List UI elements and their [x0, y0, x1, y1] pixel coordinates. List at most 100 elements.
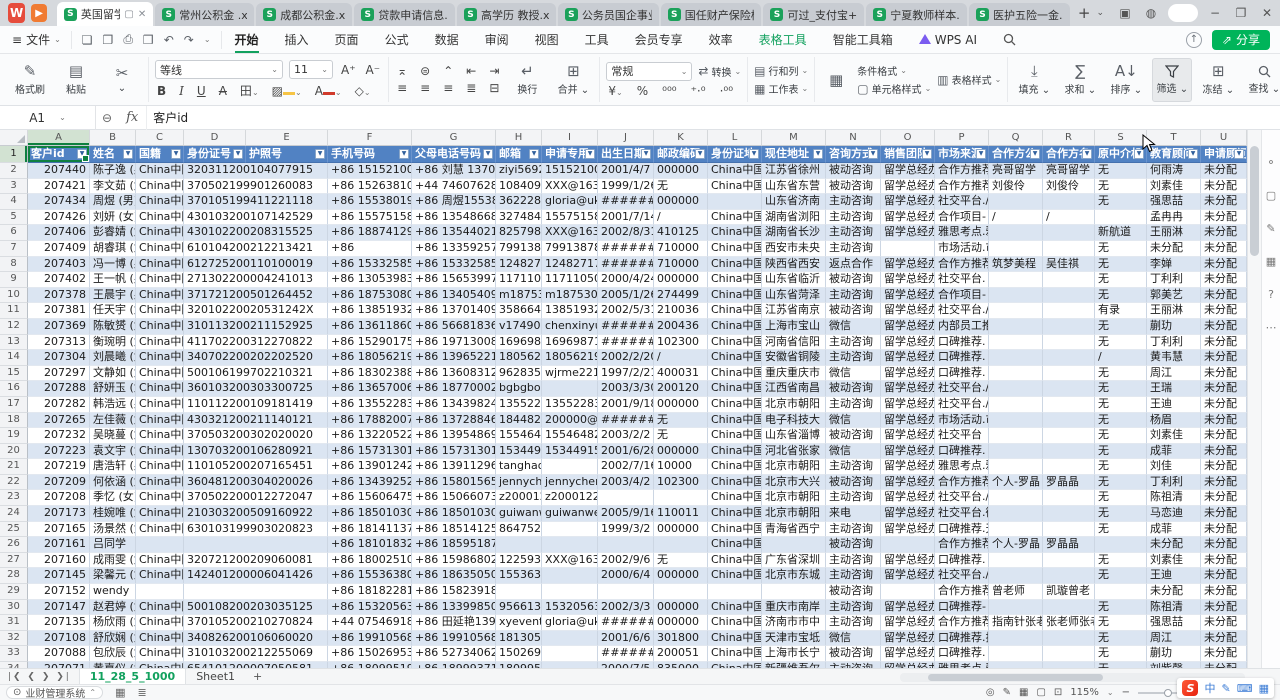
decrease-decimal-icon[interactable]: ·⁰⁰ — [718, 84, 735, 98]
view-normal-icon[interactable]: ▦ — [1019, 687, 1028, 698]
cell[interactable]: China中国 — [708, 335, 762, 351]
cell[interactable] — [542, 537, 598, 553]
table-row[interactable]: 30207147赵君婷 (女China中国500108200203035125+… — [0, 600, 1247, 616]
cell[interactable]: 000000 — [654, 272, 708, 288]
row-header[interactable]: 24 — [0, 506, 28, 522]
cell[interactable]: 无 — [1095, 381, 1147, 397]
table-row[interactable]: 14207304刘晨曦 (女China中国340702200202202520+… — [0, 350, 1247, 366]
cell[interactable]: 合作方推荐 — [935, 584, 989, 600]
cell[interactable]: +86 1863505000 — [412, 568, 496, 584]
file-tab[interactable]: S国任财产保险样本.x — [661, 3, 762, 26]
cell[interactable]: 雅思考点.雅 — [935, 459, 989, 475]
cell[interactable] — [654, 537, 708, 553]
cell[interactable]: 山东省临沂 — [762, 272, 826, 288]
cell[interactable] — [184, 537, 328, 553]
cell-style-button[interactable]: ▢单元格样式⌄ — [857, 81, 931, 96]
menu-item-会员专享[interactable]: 会员专享 — [622, 26, 696, 54]
cell[interactable]: China中国 — [708, 210, 762, 226]
cell[interactable] — [1043, 631, 1095, 647]
cell[interactable]: 被动咨询 — [826, 584, 881, 600]
cell[interactable]: +86 13552283 — [328, 397, 412, 413]
cell[interactable]: wjrme221@ — [542, 366, 598, 382]
cell[interactable] — [708, 194, 762, 210]
cell[interactable]: 2003/3/30 — [598, 381, 654, 397]
cell[interactable]: 153449155 — [542, 444, 598, 460]
cell[interactable]: 主动咨询 — [826, 335, 881, 351]
cell[interactable]: 207402 — [28, 272, 90, 288]
menu-item-页面[interactable]: 页面 — [322, 26, 372, 54]
cell[interactable] — [989, 272, 1043, 288]
cell[interactable]: +86 1533258500 — [412, 257, 496, 273]
cell[interactable]: 207282 — [28, 397, 90, 413]
cell[interactable]: 周煜 (男) — [90, 194, 136, 210]
cell[interactable]: 2002/2/20 — [598, 350, 654, 366]
cell[interactable]: 无 — [1095, 319, 1147, 335]
keyboard-icon[interactable]: ⌨ — [1237, 682, 1253, 695]
cell[interactable]: 未分配 — [1201, 615, 1247, 631]
cell[interactable]: 被动咨询 — [826, 303, 881, 319]
cell[interactable] — [989, 288, 1043, 304]
cell[interactable]: 留学总经办 — [881, 272, 935, 288]
cell[interactable]: China中国 — [136, 600, 184, 616]
cell[interactable]: China中国 — [136, 522, 184, 538]
cell[interactable]: 117110505 — [542, 272, 598, 288]
cell[interactable]: China中国 — [708, 397, 762, 413]
cell[interactable]: China中国 — [136, 225, 184, 241]
cell[interactable]: 留学总经办 — [881, 646, 935, 662]
cell[interactable]: ######### — [598, 646, 654, 662]
indent-decrease-icon[interactable]: ⇤ — [464, 64, 478, 78]
cell[interactable]: 丁利利 — [1147, 475, 1201, 491]
filter-dropdown-icon[interactable]: ▼ — [171, 149, 181, 159]
rows-cols-button[interactable]: ▤行和列⌄ — [754, 63, 808, 78]
cell[interactable]: 370105200210270824 — [184, 615, 328, 631]
cell[interactable]: 207409 — [28, 241, 90, 257]
find-button[interactable]: 查找 ⌄ — [1244, 65, 1280, 95]
table-row[interactable]: 31207135杨欣雨 (女China中国370105200210270824+… — [0, 615, 1247, 631]
table-row[interactable]: 27207160成雨雯 (女China中国320721200209060081+… — [0, 553, 1247, 569]
cell[interactable]: 刘素佳 — [1147, 553, 1201, 569]
cell[interactable]: ziyi5692@ — [496, 163, 542, 179]
cell[interactable]: 200436 — [654, 319, 708, 335]
row-header[interactable]: 21 — [0, 459, 28, 475]
cell[interactable]: 山东省济南 — [762, 194, 826, 210]
undo-icon[interactable]: ↶ — [164, 33, 174, 47]
cell[interactable]: 32010220020531242X — [184, 303, 328, 319]
cell[interactable]: 340702200202202520 — [184, 350, 328, 366]
cell[interactable] — [542, 568, 598, 584]
cell[interactable]: ######### — [598, 615, 654, 631]
cell[interactable]: 无 — [1095, 631, 1147, 647]
cell[interactable]: 罗晶晶 — [1043, 475, 1095, 491]
cell[interactable]: 未分配 — [1147, 537, 1201, 553]
header-cell[interactable]: 出生日期▼ — [598, 146, 654, 163]
cell[interactable]: ######### — [598, 413, 654, 429]
vertical-scroll-thumb[interactable] — [1250, 146, 1259, 256]
cell[interactable]: 留学总经办 — [881, 459, 935, 475]
cell[interactable]: 200000@qq — [542, 413, 598, 429]
filter-dropdown-icon[interactable]: ▼ — [1188, 149, 1198, 159]
sum-button[interactable]: ∑ 求和 ⌄ — [1060, 63, 1100, 96]
cell[interactable]: China中国 — [708, 553, 762, 569]
cell[interactable] — [1043, 459, 1095, 475]
cell[interactable]: 主动咨询 — [826, 568, 881, 584]
cell[interactable] — [1043, 568, 1095, 584]
cell[interactable]: 刘俊伶 — [989, 179, 1043, 195]
cell[interactable]: 留学总经办 — [881, 413, 935, 429]
template-icon[interactable]: ▦ — [1266, 255, 1276, 268]
cell[interactable]: 未分配 — [1201, 335, 1247, 351]
preview-icon[interactable]: ❒ — [143, 33, 154, 47]
header-cell[interactable]: 国籍▼ — [136, 146, 184, 163]
menu-item-插入[interactable]: 插入 — [272, 26, 322, 54]
cell[interactable]: +86 1991056863 — [412, 631, 496, 647]
row-header[interactable]: 2 — [0, 163, 28, 179]
cell[interactable]: +86 15152100 — [328, 163, 412, 179]
cell[interactable]: 丁利利 — [1147, 335, 1201, 351]
align-bottom-icon[interactable]: ⌃ — [441, 64, 455, 78]
cell[interactable]: 河南省信阳 — [762, 335, 826, 351]
more-caret-icon[interactable]: ⌄ — [204, 35, 211, 44]
cell[interactable] — [989, 413, 1043, 429]
cell[interactable]: 无 — [654, 428, 708, 444]
cell[interactable]: 社交平台. — [935, 272, 989, 288]
cell[interactable]: 未分配 — [1201, 537, 1247, 553]
menu-item-审阅[interactable]: 审阅 — [472, 26, 522, 54]
cell[interactable]: 310113200211152925 — [184, 319, 328, 335]
